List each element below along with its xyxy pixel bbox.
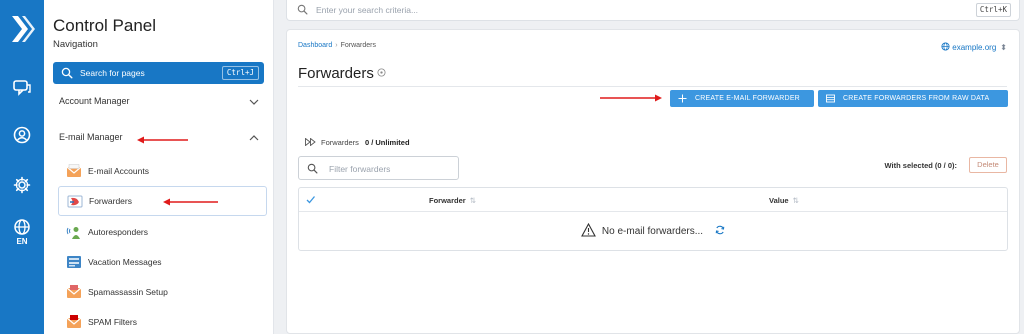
create-email-forwarder-label: CREATE E-MAIL FORWARDER	[695, 95, 800, 102]
settings-icon[interactable]	[11, 174, 33, 196]
sidebar-item-email-accounts[interactable]: E-mail Accounts	[58, 157, 267, 187]
breadcrumb: Dashboard › Forwarders	[298, 42, 376, 49]
icon-rail: EN	[0, 0, 44, 334]
search-icon	[297, 4, 308, 15]
domain-name: example.org	[952, 43, 997, 52]
sidebar-item-label: Autoresponders	[88, 227, 149, 237]
sidebar-item-label: Spamassassin Setup	[88, 287, 168, 297]
email-accounts-icon	[66, 164, 82, 177]
annotation-arrow	[137, 136, 188, 144]
refresh-icon[interactable]	[715, 225, 725, 235]
global-search[interactable]: Enter your search criteria... Ctrl+K	[286, 0, 1020, 21]
sidebar-item-vacation-messages[interactable]: Vacation Messages	[58, 248, 267, 278]
column-value[interactable]: Value ⇅	[769, 196, 799, 205]
sidebar-title: Control Panel	[53, 16, 157, 35]
chat-icon[interactable]	[11, 77, 33, 99]
search-icon	[307, 163, 318, 174]
search-icon	[61, 67, 73, 79]
sidebar-item-spamassassin-setup[interactable]: Spamassassin Setup	[58, 278, 267, 308]
domain-selector[interactable]: example.org ⬍	[941, 42, 1007, 52]
breadcrumb-current: Forwarders	[340, 42, 376, 49]
table-icon	[826, 94, 835, 103]
sort-icon: ⇅	[792, 196, 799, 205]
filter-placeholder: Filter forwarders	[329, 164, 391, 174]
warning-icon	[580, 223, 596, 237]
forwarders-count-label: Forwarders	[321, 138, 359, 147]
sidebar-item-autoresponders[interactable]: Autoresponders	[58, 218, 267, 248]
plus-icon	[678, 94, 687, 103]
empty-state: No e-mail forwarders...	[299, 223, 1007, 237]
sidebar-item-label: Forwarders	[89, 196, 132, 206]
forwarders-count: Forwarders 0 / Unlimited	[305, 138, 410, 147]
page-title: Forwarders	[298, 65, 386, 82]
column-label: Value	[769, 196, 789, 205]
globe-icon[interactable]	[11, 216, 33, 238]
vacation-messages-icon	[67, 256, 81, 268]
with-selected-label: With selected (0 / 0):	[884, 161, 957, 170]
create-forwarders-raw-button[interactable]: CREATE FORWARDERS FROM RAW DATA	[818, 90, 1008, 107]
sidebar-item-label: SPAM Filters	[88, 317, 137, 327]
chevron-updown-icon: ⬍	[1000, 43, 1007, 52]
create-forwarders-raw-label: CREATE FORWARDERS FROM RAW DATA	[843, 95, 990, 102]
sidebar-item-spam-filters[interactable]: SPAM Filters	[58, 308, 267, 334]
create-email-forwarder-button[interactable]: CREATE E-MAIL FORWARDER	[670, 90, 814, 107]
sidebar-item-label: E-mail Accounts	[88, 166, 149, 176]
logo-icon[interactable]	[8, 14, 36, 44]
forwarders-icon	[67, 195, 83, 208]
sidebar-subtitle: Navigation	[53, 39, 98, 50]
breadcrumb-dashboard[interactable]: Dashboard	[298, 42, 332, 49]
globe-icon	[941, 42, 950, 51]
sidebar-item-label: Vacation Messages	[88, 257, 162, 267]
table-header: Forwarder ⇅ Value ⇅	[299, 188, 1007, 212]
section-label: Account Manager	[59, 96, 130, 106]
delete-button[interactable]: Delete	[969, 157, 1007, 173]
breadcrumb-separator: ›	[335, 42, 338, 49]
page-search-label: Search for pages	[80, 68, 145, 78]
spam-filters-icon	[66, 315, 82, 328]
filter-forwarders-input[interactable]: Filter forwarders	[298, 156, 459, 180]
account-icon[interactable]	[11, 124, 33, 146]
column-label: Forwarder	[429, 196, 466, 205]
forward-icon	[305, 138, 316, 146]
sidebar: Control Panel Navigation Search for page…	[44, 0, 274, 334]
title-divider	[298, 86, 1007, 87]
info-icon[interactable]	[377, 68, 386, 77]
page-search-shortcut: Ctrl+J	[221, 66, 259, 80]
forwarders-count-value: 0 / Unlimited	[364, 138, 410, 147]
page-search-button[interactable]: Search for pages Ctrl+J	[53, 62, 264, 84]
language-label[interactable]: EN	[0, 237, 44, 246]
chevron-up-icon	[249, 135, 259, 141]
annotation-arrow	[600, 94, 662, 102]
empty-message: No e-mail forwarders...	[601, 226, 704, 237]
forwarders-table: Forwarder ⇅ Value ⇅ No e-mail forwarders..…	[298, 187, 1008, 251]
section-label: E-mail Manager	[59, 132, 123, 142]
main-panel: Dashboard › Forwarders example.org ⬍ Forwar…	[286, 29, 1020, 334]
chevron-down-icon	[249, 99, 259, 105]
global-search-input[interactable]: Enter your search criteria...	[316, 5, 418, 15]
page-title-text: Forwarders	[298, 65, 374, 82]
section-account-manager[interactable]: Account Manager	[44, 92, 274, 112]
global-search-shortcut: Ctrl+K	[975, 3, 1011, 17]
select-all-checkbox[interactable]	[305, 194, 316, 205]
column-forwarder[interactable]: Forwarder ⇅	[429, 196, 476, 205]
spamassassin-icon	[66, 285, 82, 298]
annotation-arrow	[163, 198, 218, 206]
sort-icon: ⇅	[469, 196, 476, 205]
autoresponders-icon	[66, 227, 80, 239]
